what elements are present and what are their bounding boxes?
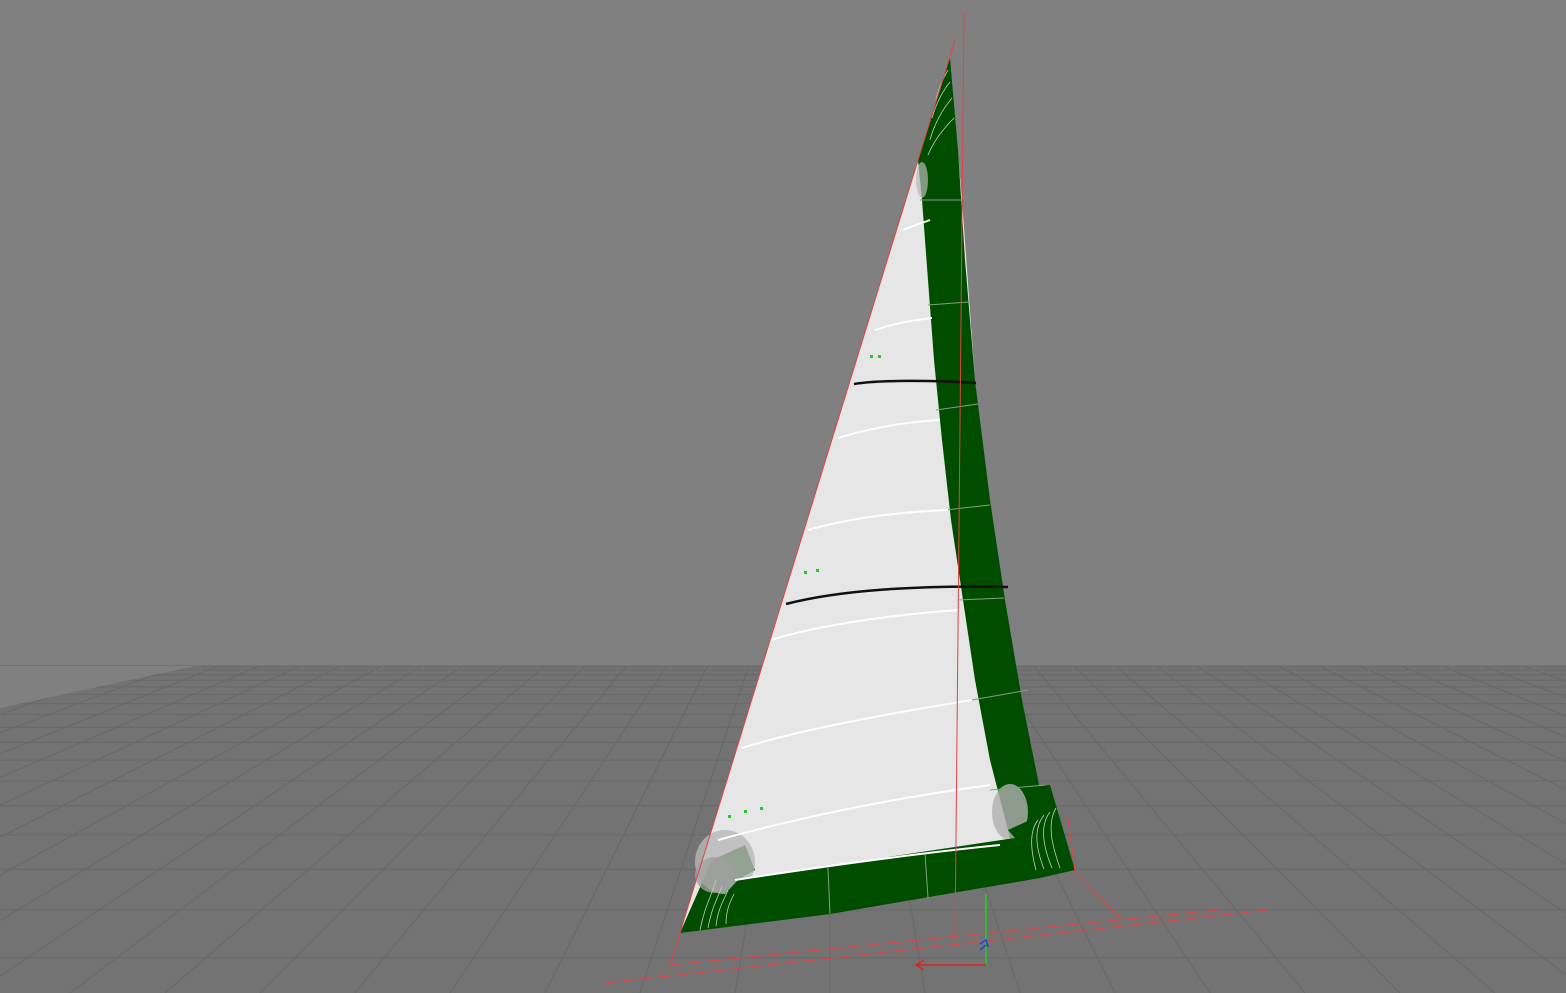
tack-reinforcement-inner [695, 857, 735, 893]
tell-tale [744, 810, 747, 813]
tell-tale [816, 569, 819, 572]
tell-tale [760, 807, 763, 810]
tell-tale [870, 355, 873, 358]
tell-tale [804, 571, 807, 574]
3d-viewport[interactable] [0, 0, 1566, 993]
tell-tale [878, 355, 881, 358]
tell-tale [728, 815, 731, 818]
head-reinforcement [916, 162, 928, 198]
